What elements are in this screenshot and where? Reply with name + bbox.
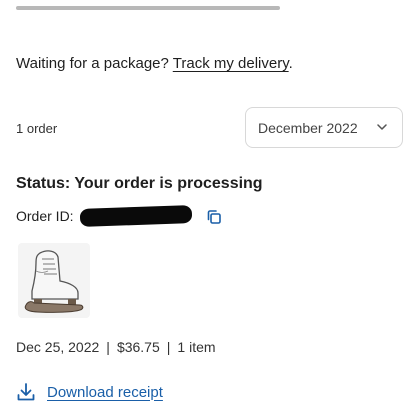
order-status-heading: Status: Your order is processing xyxy=(16,175,263,192)
ice-skate-icon xyxy=(24,250,84,313)
download-receipt-label: Download receipt xyxy=(47,383,163,401)
product-thumbnail[interactable] xyxy=(18,243,90,318)
order-item-count: 1 item xyxy=(177,339,216,355)
order-id-row: Order ID: xyxy=(16,205,192,227)
order-id-redaction xyxy=(79,205,192,227)
tracking-prompt: Waiting for a package? Track my delivery… xyxy=(16,55,293,72)
meta-separator: | xyxy=(106,339,110,355)
chevron-down-icon xyxy=(377,124,387,130)
download-icon xyxy=(17,383,35,401)
tracking-prompt-period: . xyxy=(288,55,293,72)
month-filter-value: December 2022 xyxy=(258,119,358,136)
order-id-label: Order ID: xyxy=(16,208,74,224)
month-filter-dropdown[interactable]: December 2022 xyxy=(245,107,403,148)
order-count-label: 1 order xyxy=(16,121,58,136)
order-meta: Dec 25, 2022 | $36.75 | 1 item xyxy=(16,339,216,355)
order-date: Dec 25, 2022 xyxy=(16,339,100,355)
top-divider-bar xyxy=(16,6,280,10)
order-total: $36.75 xyxy=(116,339,160,355)
download-receipt-button[interactable]: Download receipt xyxy=(16,382,163,402)
track-my-delivery-link[interactable]: Track my delivery xyxy=(173,55,289,72)
tracking-prompt-text: Waiting for a package? xyxy=(16,55,173,72)
copy-icon[interactable] xyxy=(205,208,223,226)
meta-separator: | xyxy=(166,339,171,355)
